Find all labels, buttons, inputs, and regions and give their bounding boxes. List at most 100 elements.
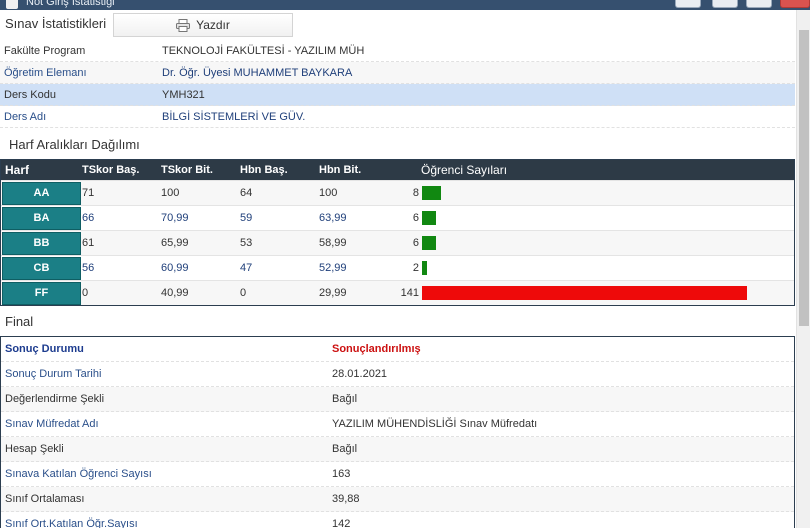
grade-tskor-bas: 0 [82, 287, 89, 299]
final-value: YAZILIM MÜHENDİSLİĞİ Sınav Müfredatı [332, 418, 538, 430]
final-value: 39,88 [332, 493, 360, 505]
student-count: 6 [412, 212, 419, 224]
grade-hbn-bit: 52,99 [319, 262, 347, 274]
course-info-table: Fakülte Program TEKNOLOJİ FAKÜLTESİ - YA… [0, 40, 795, 128]
final-value: 163 [332, 468, 351, 480]
final-row-average: Sınıf Ortalaması 39,88 [1, 487, 794, 512]
info-row-program: Fakülte Program TEKNOLOJİ FAKÜLTESİ - YA… [0, 40, 795, 62]
final-value: Bağıl [332, 393, 358, 405]
final-label: Hesap Şekli [5, 443, 64, 455]
grade-letter: CB [2, 256, 81, 280]
header-harf: Harf [5, 163, 30, 177]
table-row: CB 56 60,99 47 52,99 2 [1, 255, 794, 280]
final-label: Sınıf Ort.Katılan Öğr.Sayısı [5, 518, 138, 528]
table-header: Harf TSkor Baş. TSkor Bit. Hbn Baş. Hbn … [1, 160, 794, 180]
grade-hbn-bas: 64 [240, 187, 253, 199]
final-label: Değerlendirme Şekli [5, 393, 105, 405]
vertical-scrollbar[interactable] [796, 10, 810, 528]
maximize-icon[interactable] [746, 0, 772, 8]
grade-tskor-bas: 56 [82, 262, 95, 274]
final-row-status: Sonuç Durumu Sonuçlandırılmış [1, 337, 794, 362]
info-label: Öğretim Elemanı [4, 66, 87, 79]
window-title: Not Giriş İstatistiği [26, 0, 115, 8]
final-row-curriculum: Sınav Müfredat Adı YAZILIM MÜHENDİSLİĞİ … [1, 412, 794, 437]
window-title-bar: Not Giriş İstatistiği [0, 0, 810, 10]
grade-tskor-bit: 70,99 [161, 212, 189, 224]
final-value: Sonuçlandırılmış [332, 343, 421, 355]
grade-distribution-table: Harf TSkor Baş. TSkor Bit. Hbn Baş. Hbn … [0, 159, 795, 306]
count-bar [422, 211, 437, 225]
close-icon[interactable] [780, 0, 810, 8]
count-bar [422, 236, 437, 250]
header-hbn-bit: Hbn Bit. [319, 164, 362, 176]
grade-tskor-bit: 65,99 [161, 237, 189, 249]
grade-tskor-bit: 60,99 [161, 262, 189, 274]
info-value: Dr. Öğr. Üyesi MUHAMMET BAYKARA [162, 66, 353, 79]
info-row-instructor: Öğretim Elemanı Dr. Öğr. Üyesi MUHAMMET … [0, 62, 795, 84]
table-row: BA 66 70,99 59 63,99 6 [1, 205, 794, 230]
table-row: BB 61 65,99 53 58,99 6 [1, 230, 794, 255]
distribution-title: Harf Aralıkları Dağılımı [9, 137, 140, 152]
header-tskor-bit: TSkor Bit. [161, 164, 213, 176]
help-icon[interactable] [675, 0, 701, 8]
info-value: YMH321 [162, 88, 205, 101]
info-label: Ders Kodu [4, 88, 56, 101]
grade-tskor-bas: 66 [82, 212, 95, 224]
final-value: Bağıl [332, 443, 358, 455]
final-value: 28.01.2021 [332, 368, 388, 380]
info-label: Ders Adı [4, 110, 47, 123]
info-row-course-name: Ders Adı BİLGİ SİSTEMLERİ VE GÜV. [0, 106, 795, 128]
page-title: Sınav İstatistikleri [5, 16, 107, 31]
grade-tskor-bas: 61 [82, 237, 95, 249]
scrollbar-thumb[interactable] [799, 30, 809, 326]
header-hbn-bas: Hbn Baş. [240, 164, 288, 176]
grade-letter: AA [2, 181, 81, 205]
grade-letter: BA [2, 206, 81, 230]
final-label: Sınıf Ortalaması [5, 493, 85, 505]
final-label: Sınav Müfredat Adı [5, 418, 99, 430]
final-row-date: Sonuç Durum Tarihi 28.01.2021 [1, 362, 794, 387]
header-ogrenci-sayilari: Öğrenci Sayıları [421, 163, 508, 177]
count-bar [422, 286, 747, 300]
info-value: TEKNOLOJİ FAKÜLTESİ - YAZILIM MÜH [162, 44, 365, 57]
final-row-participants: Sınava Katılan Öğrenci Sayısı 163 [1, 462, 794, 487]
table-row: FF 0 40,99 0 29,99 141 [1, 280, 794, 305]
grade-letter: FF [2, 281, 81, 305]
final-label: Sonuç Durum Tarihi [5, 368, 102, 380]
print-button[interactable]: Yazdır [113, 13, 293, 37]
final-label: Sonuç Durumu [5, 343, 84, 355]
info-value: BİLGİ SİSTEMLERİ VE GÜV. [162, 110, 306, 123]
grade-tskor-bas: 71 [82, 187, 95, 199]
header-tskor-bas: TSkor Baş. [82, 164, 140, 176]
app-icon [6, 0, 18, 9]
minimize-icon[interactable] [712, 0, 738, 8]
grade-hbn-bit: 29,99 [319, 287, 347, 299]
grade-tskor-bit: 40,99 [161, 287, 189, 299]
final-row-avg-count: Sınıf Ort.Katılan Öğr.Sayısı 142 [1, 512, 794, 528]
final-label: Sınava Katılan Öğrenci Sayısı [5, 468, 152, 480]
grade-hbn-bas: 47 [240, 262, 253, 274]
info-row-course-code: Ders Kodu YMH321 [0, 84, 795, 106]
grade-hbn-bas: 59 [240, 212, 253, 224]
final-row-calc: Hesap Şekli Bağıl [1, 437, 794, 462]
final-row-evaluation: Değerlendirme Şekli Bağıl [1, 387, 794, 412]
grade-tskor-bit: 100 [161, 187, 180, 199]
printer-icon [176, 18, 191, 32]
grade-hbn-bit: 63,99 [319, 212, 347, 224]
grade-hbn-bit: 58,99 [319, 237, 347, 249]
grade-hbn-bas: 0 [240, 287, 247, 299]
grade-letter: BB [2, 231, 81, 255]
print-button-label: Yazdır [196, 18, 230, 32]
grade-hbn-bit: 100 [319, 187, 338, 199]
count-bar [422, 261, 427, 275]
count-bar [422, 186, 442, 200]
grade-hbn-bas: 53 [240, 237, 253, 249]
table-row: AA 71 100 64 100 8 [1, 180, 794, 205]
student-count: 141 [400, 287, 419, 299]
info-label: Fakülte Program [4, 44, 86, 57]
final-result-table: Sonuç Durumu Sonuçlandırılmış Sonuç Duru… [0, 336, 795, 528]
final-value: 142 [332, 518, 351, 528]
student-count: 6 [412, 237, 419, 249]
student-count: 2 [412, 262, 419, 274]
student-count: 8 [412, 187, 419, 199]
